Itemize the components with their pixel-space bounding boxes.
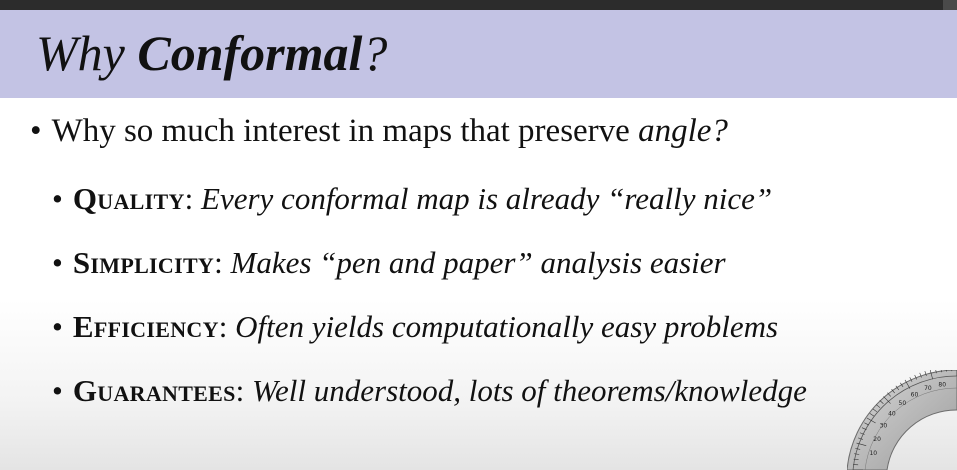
sub-bullet-term: Simplicity [72,245,215,280]
sub-bullet-efficiency: • Efficiency: Often yields computationall… [52,308,778,345]
bullet-dot: • [52,373,63,408]
main-bullet-emphasis: angle? [638,113,728,149]
protractor-label: 30 [880,423,888,430]
bullet-dot: • [30,113,42,149]
protractor-image: 10 20 304050 60 70 80 [847,370,957,470]
sub-bullet-term: Efficiency [72,309,219,344]
bullet-dot: • [52,181,63,216]
protractor-label: 20 [873,436,881,443]
protractor-label: 10 [869,450,877,457]
protractor-label: 80 [938,381,946,388]
sub-bullet-quality: • Quality: Every conformal map is already… [52,180,772,217]
sub-bullet-simplicity: • Simplicity: Makes “pen and paper” analy… [52,244,726,281]
main-bullet: • Why so much interest in maps that prese… [30,112,728,152]
sub-bullet-guarantees: • Guarantees: Well understood, lots of th… [52,372,807,409]
sub-bullet-description: Well understood, lots of theorems/knowle… [252,373,807,408]
protractor-label: 60 [911,391,919,398]
main-bullet-text: Why so much interest in maps that preser… [51,113,639,149]
slide-content: • Why so much interest in maps that prese… [0,0,957,470]
bullet-dot: • [52,309,63,344]
sub-bullet-separator: : [214,245,231,280]
sub-bullet-description: Every conformal map is already “really n… [201,181,773,216]
protractor-label: 40 [888,410,896,417]
sub-bullet-description: Makes “pen and paper” analysis easier [230,245,726,280]
sub-bullet-term: Quality [72,181,185,216]
protractor-label: 70 [924,385,932,392]
sub-bullet-description: Often yields computationally easy proble… [235,309,779,344]
bullet-dot: • [52,245,63,280]
protractor-label: 50 [899,400,907,407]
sub-bullet-separator: : [235,373,253,408]
sub-bullet-separator: : [184,181,202,216]
sub-bullet-separator: : [218,309,236,344]
sub-bullet-term: Guarantees [72,373,236,408]
